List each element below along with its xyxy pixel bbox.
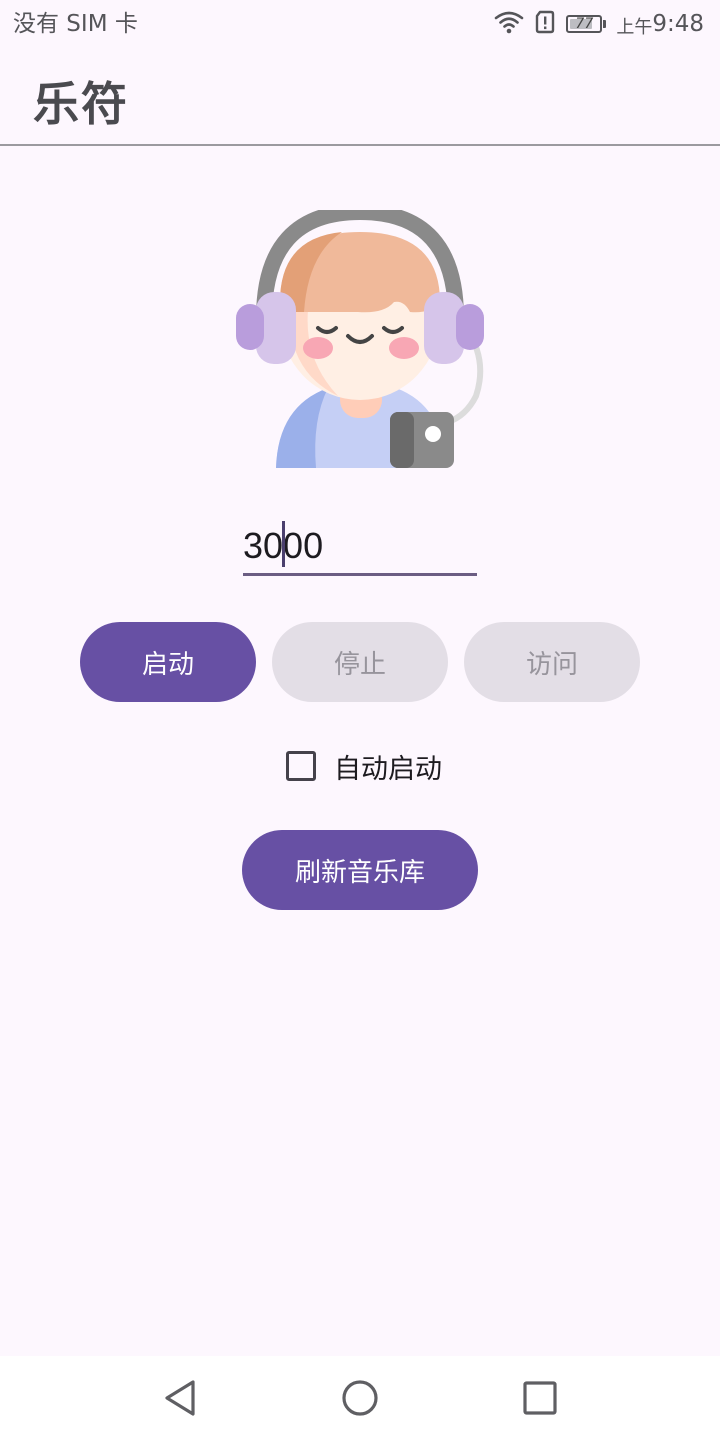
auto-start-checkbox[interactable]: 自动启动: [286, 746, 442, 786]
app-bar: 乐符: [0, 50, 720, 146]
start-button[interactable]: 启动: [80, 622, 256, 702]
status-bar: 没有 SIM 卡 77 上午 9:48: [0, 0, 720, 50]
checkbox-box[interactable]: [286, 751, 316, 781]
stop-button[interactable]: 停止: [272, 622, 448, 702]
navigation-bar: [0, 1356, 720, 1440]
clock-prefix: 上午: [616, 17, 653, 38]
refresh-library-button[interactable]: 刷新音乐库: [242, 830, 478, 910]
recents-icon[interactable]: [518, 1376, 562, 1420]
status-icons: 77 上午 9:48: [484, 9, 704, 39]
battery-body: 77: [566, 15, 603, 33]
visit-button[interactable]: 访问: [464, 622, 640, 702]
carrier-text: 没有 SIM 卡: [13, 11, 138, 37]
battery-cap: [603, 20, 607, 28]
app-title: 乐符: [33, 77, 129, 131]
home-icon[interactable]: [338, 1376, 382, 1420]
port-input[interactable]: [243, 522, 477, 570]
clock: 9:48: [652, 11, 704, 37]
battery-level: 77: [575, 16, 594, 32]
sim-alert-icon: [534, 10, 556, 38]
port-field[interactable]: [243, 518, 477, 576]
headphones-avatar-icon: [234, 203, 486, 468]
back-icon[interactable]: [159, 1376, 203, 1420]
auto-start-label[interactable]: 自动启动: [334, 747, 442, 786]
screen: 没有 SIM 卡 77 上午 9:48 乐符 3000 启动 停止 访问 自动启…: [0, 0, 720, 1440]
text-cursor: [282, 521, 285, 567]
wifi-icon: [494, 10, 524, 38]
battery-icon: 77: [566, 15, 607, 33]
